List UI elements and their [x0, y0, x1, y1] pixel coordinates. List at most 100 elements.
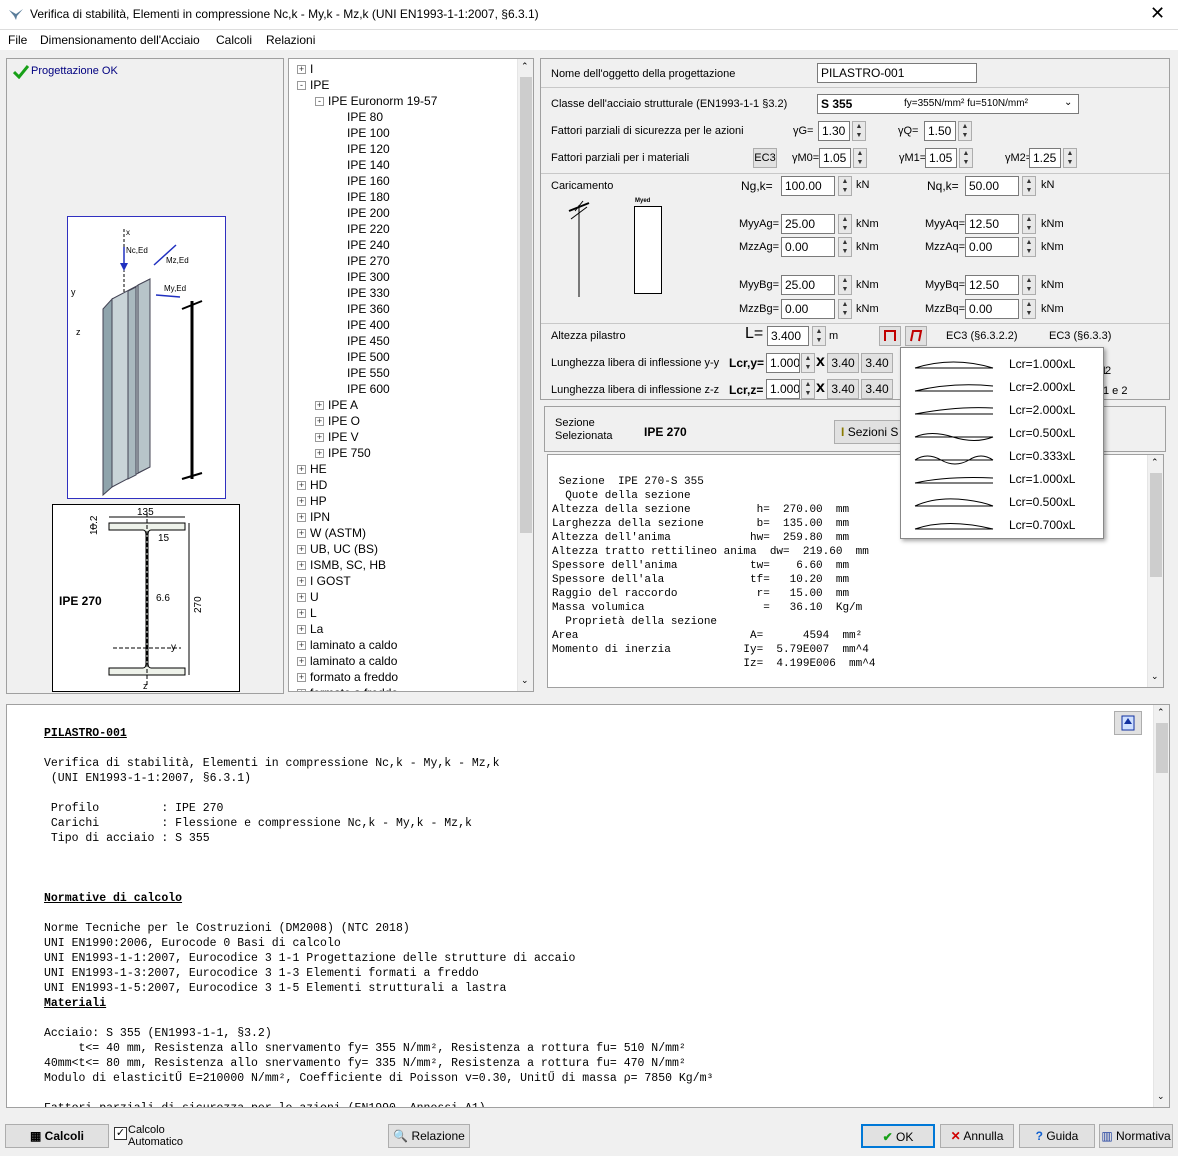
- tree-item[interactable]: + IPE 750: [315, 445, 371, 461]
- lcrz-input[interactable]: 1.000: [766, 379, 800, 399]
- tree-item[interactable]: - IPE: [297, 77, 329, 93]
- myyaq-spinner[interactable]: ▲ ▼: [1022, 214, 1036, 234]
- tree-item[interactable]: + formato a freddo: [297, 685, 398, 691]
- steel-select[interactable]: S 355 fy=355N/mm² fu=510N/mm² ⌄: [817, 94, 1079, 114]
- myyag-input[interactable]: 25.00: [781, 214, 835, 234]
- L-input[interactable]: 3.400: [767, 326, 809, 346]
- scroll-down-icon[interactable]: ⌄: [1151, 671, 1159, 682]
- mzzaq-input[interactable]: 0.00: [965, 237, 1019, 257]
- tree-item[interactable]: IPE 180: [347, 189, 390, 205]
- guida-button[interactable]: ? Guida: [1019, 1124, 1095, 1148]
- auto-calc-checkbox[interactable]: ✓: [114, 1127, 127, 1140]
- tree-item[interactable]: IPE 160: [347, 173, 390, 189]
- lcr-option[interactable]: Lcr=1.000xL: [1009, 357, 1075, 371]
- gM2-input[interactable]: 1.25: [1029, 148, 1061, 168]
- scroll-down-icon[interactable]: ⌄: [1157, 1091, 1165, 1102]
- calcoli-button[interactable]: ▦ Calcoli: [5, 1124, 109, 1148]
- ngk-input[interactable]: 100.00: [781, 176, 835, 196]
- expand-icon[interactable]: +: [297, 545, 306, 555]
- lcr-option[interactable]: Lcr=2.000xL: [1009, 403, 1075, 417]
- expand-icon[interactable]: +: [297, 465, 306, 475]
- tree-scrollbar[interactable]: ⌃ ⌄: [517, 59, 533, 691]
- expand-icon[interactable]: +: [297, 641, 306, 651]
- expand-icon[interactable]: +: [297, 513, 306, 523]
- scroll-up-icon[interactable]: ⌃: [1151, 457, 1159, 468]
- mzzbq-spinner[interactable]: ▲ ▼: [1022, 299, 1036, 319]
- lcrz-spinner[interactable]: ▲ ▼: [801, 379, 815, 399]
- myyaq-input[interactable]: 12.50: [965, 214, 1019, 234]
- annulla-button[interactable]: ✕ Annulla: [940, 1124, 1014, 1148]
- tree-item[interactable]: IPE 330: [347, 285, 390, 301]
- menu-relazioni[interactable]: Relazioni: [266, 33, 315, 47]
- tree-item[interactable]: + IPE O: [315, 413, 360, 429]
- ngk-spinner[interactable]: ▲ ▼: [838, 176, 852, 196]
- tree-item[interactable]: IPE 200: [347, 205, 390, 221]
- tree-item[interactable]: + La: [297, 621, 323, 637]
- gM0-input[interactable]: 1.05: [819, 148, 851, 168]
- gM1-spinner[interactable]: ▲ ▼: [959, 148, 973, 168]
- tree-item[interactable]: IPE 500: [347, 349, 390, 365]
- tree-item[interactable]: - IPE Euronorm 19-57: [315, 93, 437, 109]
- section-tree[interactable]: + I - IPE - IPE Euronorm 19-57 IPE 80 IPE 100 IP…: [288, 58, 534, 692]
- gM1-input[interactable]: 1.05: [925, 148, 957, 168]
- tree-item[interactable]: + HE: [297, 461, 327, 477]
- myyag-spinner[interactable]: ▲ ▼: [838, 214, 852, 234]
- relazione-button[interactable]: 🔍 Relazione: [388, 1124, 470, 1148]
- lcr-option[interactable]: Lcr=0.500xL: [1009, 426, 1075, 440]
- lcry-input[interactable]: 1.000: [766, 353, 800, 373]
- menu-dimensionamento[interactable]: Dimensionamento dell'Acciaio: [40, 33, 200, 47]
- expand-icon[interactable]: +: [315, 449, 324, 459]
- tree-item[interactable]: + I GOST: [297, 573, 351, 589]
- menu-calcoli[interactable]: Calcoli: [216, 33, 252, 47]
- gQ-spinner[interactable]: ▲ ▼: [958, 121, 972, 141]
- expand-icon[interactable]: +: [297, 593, 306, 603]
- lcr-option[interactable]: Lcr=0.500xL: [1009, 495, 1075, 509]
- mzzbg-spinner[interactable]: ▲ ▼: [838, 299, 852, 319]
- tree-item[interactable]: + HD: [297, 477, 327, 493]
- tree-item[interactable]: IPE 80: [347, 109, 383, 125]
- expand-icon[interactable]: +: [297, 609, 306, 619]
- lcr-option[interactable]: Lcr=1.000xL: [1009, 472, 1075, 486]
- expand-icon[interactable]: +: [297, 625, 306, 635]
- nqk-spinner[interactable]: ▲ ▼: [1022, 176, 1036, 196]
- scroll-up-icon[interactable]: ⌃: [521, 61, 529, 72]
- lcr-option[interactable]: Lcr=0.333xL: [1009, 449, 1075, 463]
- myybq-input[interactable]: 12.50: [965, 275, 1019, 295]
- gG-input[interactable]: 1.30: [818, 121, 850, 141]
- tree-item[interactable]: + IPE A: [315, 397, 358, 413]
- scroll-thumb[interactable]: [1156, 723, 1168, 773]
- lcry-spinner[interactable]: ▲ ▼: [801, 353, 815, 373]
- tree-item[interactable]: + IPE V: [315, 429, 359, 445]
- tree-item[interactable]: + ISMB, SC, HB: [297, 557, 386, 573]
- scroll-up-icon[interactable]: ⌃: [1157, 707, 1165, 718]
- tree-item[interactable]: + HP: [297, 493, 327, 509]
- myybg-input[interactable]: 25.00: [781, 275, 835, 295]
- tree-item[interactable]: IPE 270: [347, 253, 390, 269]
- tree-item[interactable]: IPE 140: [347, 157, 390, 173]
- tree-item[interactable]: + laminato a caldo: [297, 637, 397, 653]
- tree-item[interactable]: IPE 550: [347, 365, 390, 381]
- collapse-icon[interactable]: -: [315, 97, 324, 107]
- mzzaq-spinner[interactable]: ▲ ▼: [1022, 237, 1036, 257]
- L-spinner[interactable]: ▲ ▼: [812, 326, 826, 346]
- tree-item[interactable]: IPE 400: [347, 317, 390, 333]
- tree-item[interactable]: IPE 450: [347, 333, 390, 349]
- tree-item[interactable]: IPE 240: [347, 237, 390, 253]
- expand-icon[interactable]: +: [315, 401, 324, 411]
- expand-icon[interactable]: +: [297, 481, 306, 491]
- mzzbq-input[interactable]: 0.00: [965, 299, 1019, 319]
- expand-icon[interactable]: +: [297, 561, 306, 571]
- expand-icon[interactable]: +: [297, 529, 306, 539]
- close-icon[interactable]: ✕: [1150, 3, 1165, 24]
- support-type-2-icon[interactable]: [905, 326, 927, 346]
- scroll-thumb[interactable]: [1150, 473, 1162, 577]
- mzzbg-input[interactable]: 0.00: [781, 299, 835, 319]
- tree-item[interactable]: + UB, UC (BS): [297, 541, 378, 557]
- report-scrollbar[interactable]: ⌃ ⌄: [1153, 705, 1169, 1107]
- tree-item[interactable]: IPE 220: [347, 221, 390, 237]
- report-top-icon[interactable]: [1114, 711, 1142, 735]
- tree-item[interactable]: IPE 100: [347, 125, 390, 141]
- tree-item[interactable]: + formato a freddo: [297, 669, 398, 685]
- expand-icon[interactable]: +: [297, 65, 306, 75]
- tree-item[interactable]: IPE 300: [347, 269, 390, 285]
